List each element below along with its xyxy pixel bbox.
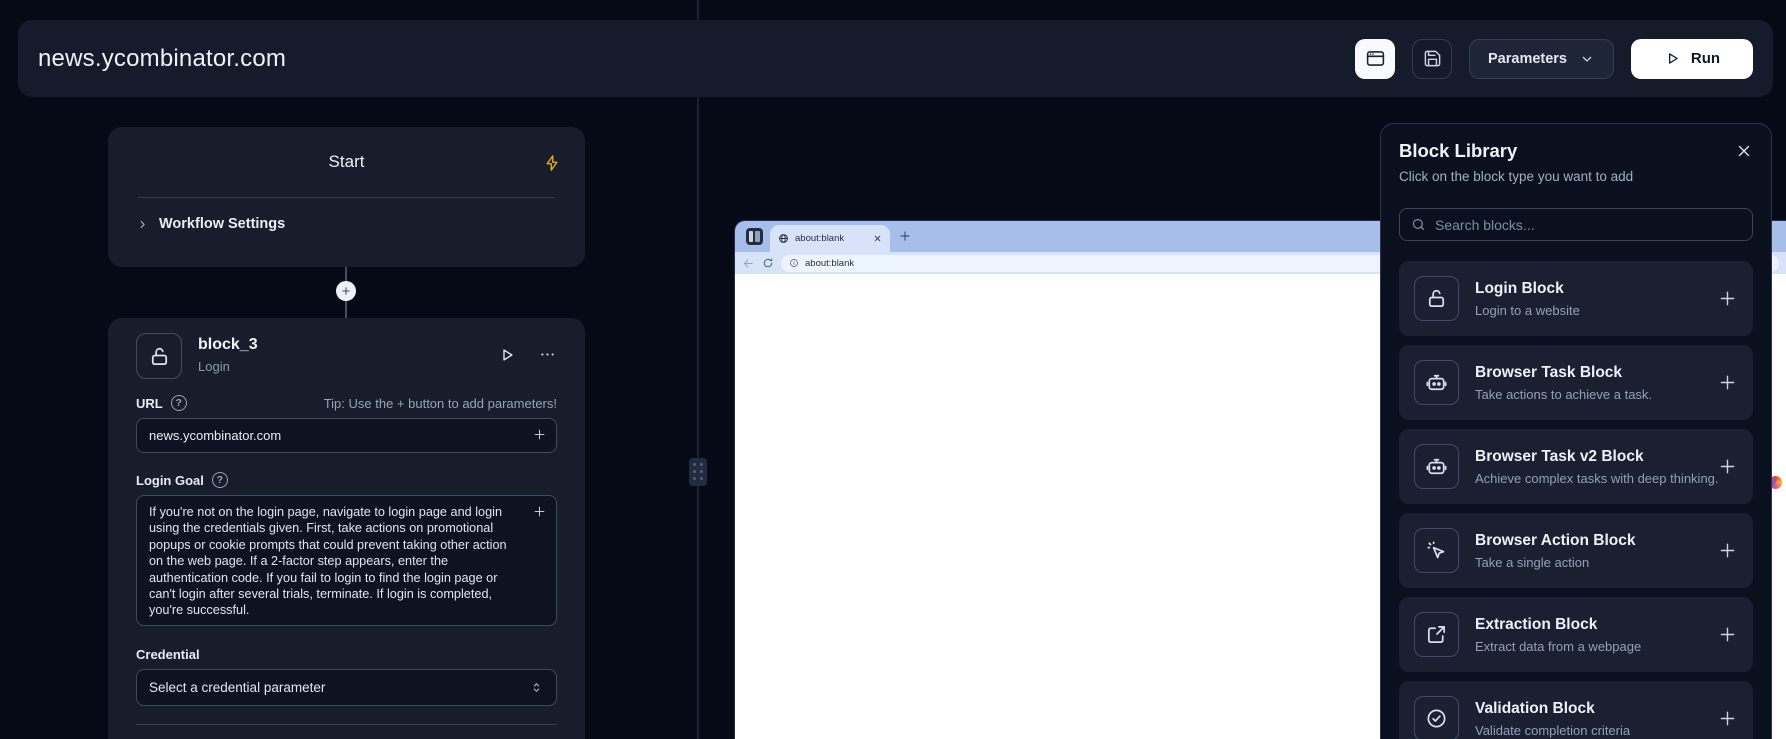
block-item-title: Login Block bbox=[1475, 280, 1701, 298]
block-item-description: Take actions to achieve a task. bbox=[1475, 387, 1701, 402]
workflow-title: news.ycombinator.com bbox=[38, 45, 286, 73]
back-icon[interactable] bbox=[742, 257, 755, 270]
block-item-description: Take a single action bbox=[1475, 555, 1701, 570]
lock-icon bbox=[136, 333, 182, 379]
new-tab-icon[interactable] bbox=[898, 229, 912, 243]
chevron-up-down-icon bbox=[529, 680, 544, 695]
add-block-icon[interactable] bbox=[1717, 456, 1738, 477]
tab-close-icon[interactable] bbox=[873, 234, 882, 243]
start-node[interactable]: Start Workflow Settings bbox=[108, 127, 585, 267]
add-block-icon[interactable] bbox=[1717, 708, 1738, 729]
block-item-title: Browser Task Block bbox=[1475, 364, 1701, 382]
workflow-settings-toggle[interactable]: Workflow Settings bbox=[136, 216, 285, 232]
check-icon bbox=[1414, 696, 1459, 739]
add-goal-parameter-icon[interactable] bbox=[532, 504, 547, 519]
pane-resize-handle[interactable] bbox=[689, 458, 707, 486]
block-section-divider bbox=[136, 724, 557, 725]
credential-select[interactable]: Select a credential parameter bbox=[137, 670, 556, 705]
run-block-icon[interactable] bbox=[498, 346, 516, 364]
tab-title: about:blank bbox=[795, 233, 867, 244]
block-library-subtitle: Click on the block type you want to add bbox=[1399, 169, 1753, 184]
pane-divider bbox=[697, 0, 699, 739]
login-goal-box: If you're not on the login page, navigat… bbox=[136, 495, 557, 626]
block-menu-icon[interactable] bbox=[538, 345, 557, 364]
save-icon bbox=[1423, 49, 1442, 68]
block-item-title: Browser Action Block bbox=[1475, 532, 1701, 550]
credential-label: Credential bbox=[136, 647, 200, 662]
block-library-item[interactable]: Browser Task v2 Block Achieve complex ta… bbox=[1399, 429, 1753, 504]
save-button[interactable] bbox=[1412, 39, 1452, 79]
block-library-panel: Block Library Click on the block type yo… bbox=[1380, 123, 1772, 739]
chevron-right-icon bbox=[136, 218, 149, 231]
credential-select-box: Select a credential parameter bbox=[136, 669, 557, 706]
run-button[interactable]: Run bbox=[1631, 39, 1753, 79]
block-type: Login bbox=[198, 359, 258, 374]
add-url-parameter-icon[interactable] bbox=[532, 427, 547, 442]
add-block-connector-button[interactable] bbox=[336, 281, 356, 301]
block-library-item[interactable]: Extraction Block Extract data from a web… bbox=[1399, 597, 1753, 672]
plus-icon bbox=[340, 285, 352, 297]
login-block-node[interactable]: block_3 Login URL ? Tip: Use the + butto… bbox=[108, 318, 585, 739]
window-icon bbox=[1365, 48, 1386, 69]
parameters-button[interactable]: Parameters bbox=[1469, 39, 1614, 79]
extract-icon bbox=[1414, 612, 1459, 657]
chevron-down-icon bbox=[1579, 51, 1595, 67]
browser-preview-button[interactable] bbox=[1355, 39, 1395, 79]
workflow-settings-label: Workflow Settings bbox=[159, 216, 285, 232]
header-bar: news.ycombinator.com Parameters Run bbox=[18, 20, 1773, 97]
start-divider bbox=[138, 197, 555, 198]
block-item-description: Achieve complex tasks with deep thinking… bbox=[1475, 471, 1701, 486]
url-label: URL bbox=[136, 396, 163, 411]
parameters-tip: Tip: Use the + button to add parameters! bbox=[324, 396, 557, 411]
close-icon[interactable] bbox=[1735, 142, 1753, 160]
block-item-description: Extract data from a webpage bbox=[1475, 639, 1701, 654]
lock-icon bbox=[1414, 276, 1459, 321]
bot-icon bbox=[1414, 360, 1459, 405]
url-help-icon[interactable]: ? bbox=[171, 395, 187, 411]
search-box bbox=[1399, 208, 1753, 241]
login-goal-help-icon[interactable]: ? bbox=[212, 472, 228, 488]
bot-icon bbox=[1414, 444, 1459, 489]
block-item-title: Extraction Block bbox=[1475, 616, 1701, 634]
credential-placeholder: Select a credential parameter bbox=[149, 680, 325, 695]
block-item-title: Browser Task v2 Block bbox=[1475, 448, 1701, 466]
start-node-title: Start bbox=[108, 152, 585, 172]
block-library-item[interactable]: Browser Task Block Take actions to achie… bbox=[1399, 345, 1753, 420]
block-item-description: Validate completion criteria bbox=[1475, 723, 1701, 738]
run-label: Run bbox=[1691, 50, 1720, 67]
block-item-description: Login to a website bbox=[1475, 303, 1701, 318]
block-library-title: Block Library bbox=[1399, 140, 1517, 162]
login-goal-textarea[interactable]: If you're not on the login page, navigat… bbox=[137, 496, 556, 625]
block-list: Login Block Login to a website Browser T… bbox=[1399, 261, 1753, 739]
block-item-title: Validation Block bbox=[1475, 700, 1701, 718]
address-url: about:blank bbox=[805, 258, 854, 269]
url-input-box bbox=[136, 418, 557, 453]
block-library-item[interactable]: Browser Action Block Take a single actio… bbox=[1399, 513, 1753, 588]
play-icon bbox=[1664, 50, 1681, 67]
block-name: block_3 bbox=[198, 336, 258, 354]
parameters-label: Parameters bbox=[1488, 51, 1567, 67]
add-block-icon[interactable] bbox=[1717, 540, 1738, 561]
cursor-icon bbox=[1414, 528, 1459, 573]
reload-icon[interactable] bbox=[762, 257, 774, 269]
search-input[interactable] bbox=[1435, 217, 1741, 233]
add-block-icon[interactable] bbox=[1717, 624, 1738, 645]
add-block-icon[interactable] bbox=[1717, 288, 1738, 309]
app-root: news.ycombinator.com Parameters Run Star… bbox=[0, 0, 1786, 739]
info-icon bbox=[789, 258, 799, 268]
login-goal-label: Login Goal bbox=[136, 473, 204, 488]
add-block-icon[interactable] bbox=[1717, 372, 1738, 393]
tab-strip-icon[interactable] bbox=[746, 228, 763, 245]
globe-icon bbox=[778, 233, 789, 244]
block-library-item[interactable]: Login Block Login to a website bbox=[1399, 261, 1753, 336]
search-icon bbox=[1411, 217, 1426, 232]
lightning-bolt-icon bbox=[543, 154, 561, 172]
url-input[interactable] bbox=[137, 419, 556, 452]
block-library-item[interactable]: Validation Block Validate completion cri… bbox=[1399, 681, 1753, 739]
browser-tab[interactable]: about:blank bbox=[770, 225, 890, 252]
